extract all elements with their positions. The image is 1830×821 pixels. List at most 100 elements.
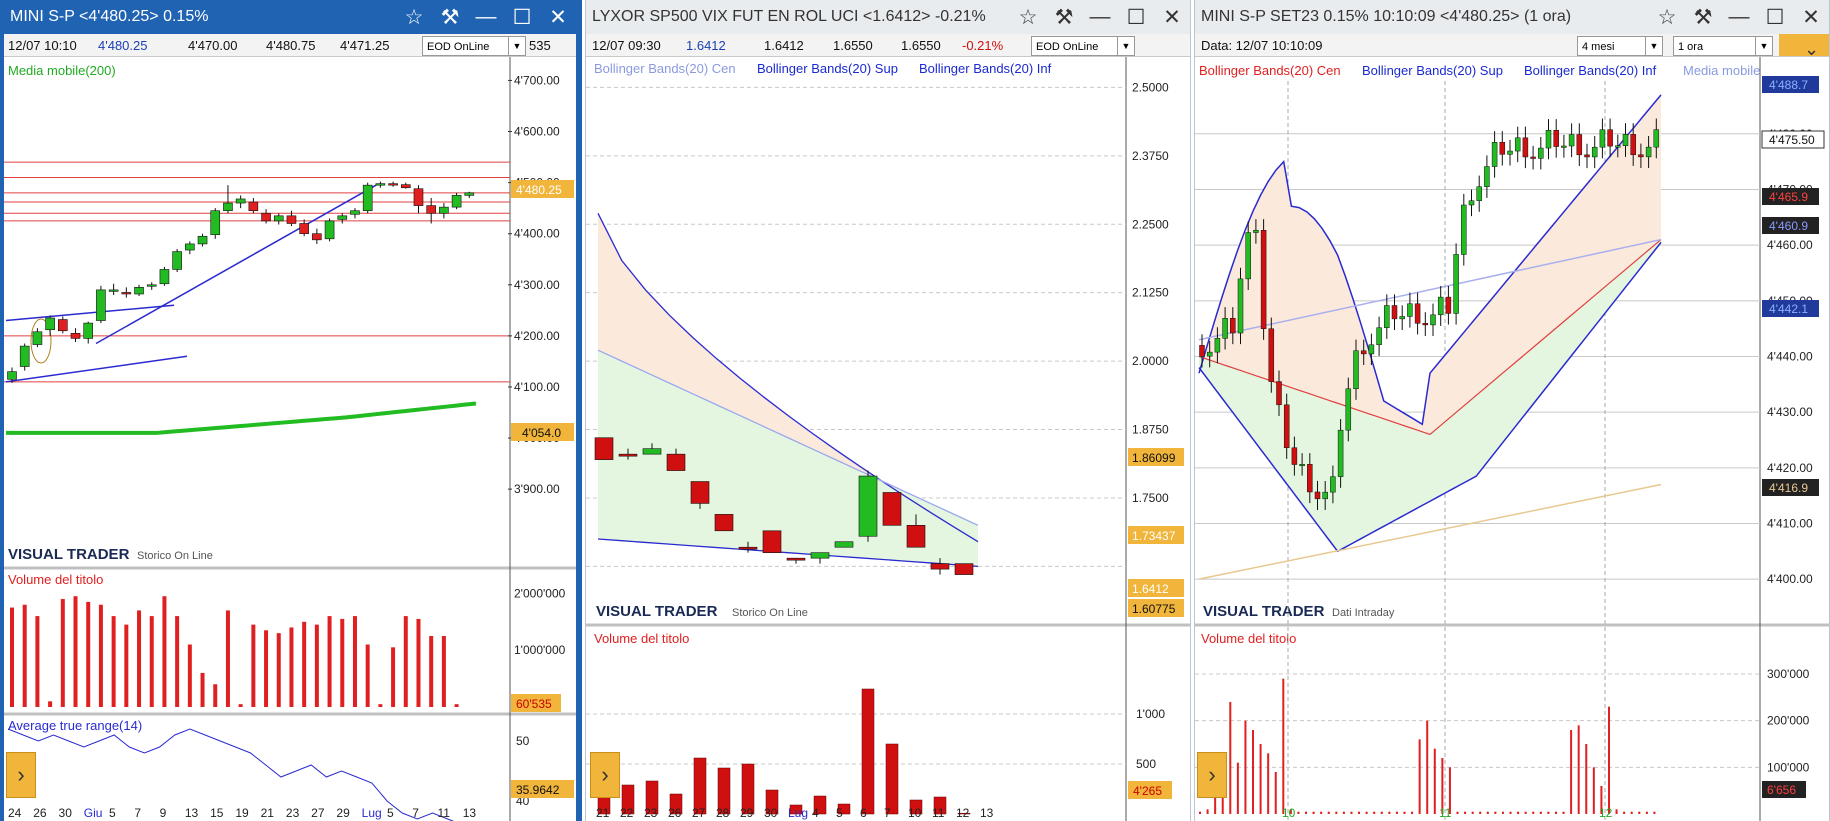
price-axis-tick: 4'430.00 — [1767, 405, 1813, 419]
price-axis-tick: 4'460.00 — [1767, 238, 1813, 252]
volume-bar — [1403, 811, 1406, 814]
candle-body — [1622, 134, 1629, 146]
hammer-icon[interactable]: ⚒ — [1685, 0, 1721, 34]
brand-subtitle: Storico On Line — [137, 550, 213, 562]
candle-body — [350, 210, 360, 215]
candle-body — [1299, 464, 1305, 467]
interval-select-value: 1 ora — [1678, 41, 1704, 53]
volume-bar — [1312, 811, 1315, 814]
candle-body — [1607, 129, 1613, 147]
maximize-icon[interactable]: ☐ — [1757, 0, 1793, 34]
quote-low: 1.6550 — [901, 38, 941, 53]
candle-body — [1522, 137, 1529, 158]
candle-body — [1584, 154, 1590, 158]
hammer-icon[interactable]: ⚒ — [1046, 0, 1082, 34]
candle-body — [426, 205, 436, 214]
expand-arrow-button[interactable]: › — [1197, 752, 1227, 798]
candle-body — [930, 563, 950, 570]
maximize-icon[interactable]: ☐ — [1118, 0, 1154, 34]
window-titlebar[interactable]: MINI S-P SET23 0.15% 10:10:09 <4'480.25>… — [1195, 0, 1829, 34]
candle-body — [1206, 351, 1213, 357]
hammer-icon[interactable]: ⚒ — [432, 0, 468, 34]
date-axis-tick: 23 — [644, 806, 658, 820]
candle-body — [1445, 296, 1452, 314]
volume-bar — [1229, 702, 1232, 814]
minimize-icon[interactable]: — — [1082, 0, 1118, 34]
bb-center-tag-text: 4'465.9 — [1769, 190, 1808, 204]
candle-body — [1399, 316, 1405, 320]
star-icon[interactable]: ☆ — [1010, 0, 1046, 34]
mode-select[interactable]: EOD OnLine ▼ — [422, 36, 526, 56]
quote-info-bar: 12/07 10:10 4'480.25 4'470.00 4'480.75 4… — [4, 34, 576, 57]
mode-select[interactable]: EOD OnLine ▼ — [1031, 36, 1135, 56]
volume-bar — [391, 647, 396, 707]
candle-body — [1507, 150, 1513, 155]
date-axis-tick: Giu — [84, 806, 103, 820]
candle-body — [159, 269, 170, 285]
chevron-right-icon: › — [1208, 762, 1216, 787]
close-icon[interactable]: ✕ — [1154, 0, 1190, 34]
brand-subtitle: Storico On Line — [732, 607, 808, 619]
candle-body — [714, 514, 734, 532]
candle-body — [1245, 232, 1251, 280]
expand-arrow-button[interactable]: › — [6, 752, 36, 798]
maximize-icon[interactable]: ☐ — [504, 0, 540, 34]
candle-body — [362, 184, 373, 212]
star-icon[interactable]: ☆ — [396, 0, 432, 34]
volume-bar — [60, 599, 65, 707]
candle-body — [146, 284, 157, 287]
price-tag-text: 4'475.50 — [1769, 133, 1815, 147]
volume-tag-text: 60'535 — [516, 697, 552, 711]
chart-window-3[interactable]: MINI S-P SET23 0.15% 10:10:09 <4'480.25>… — [1194, 0, 1830, 821]
date-axis-tick: 11 — [932, 806, 945, 820]
candle-body — [1561, 145, 1567, 148]
candle-body — [248, 201, 259, 212]
candle-body — [786, 557, 806, 561]
chart-window-1[interactable]: MINI S-P <4'480.25> 0.15% ☆ ⚒ — ☐ ✕ 12/0… — [0, 0, 582, 821]
chart-window-2[interactable]: LYXOR SP500 VIX FUT EN ROL UCI <1.6412> … — [585, 0, 1191, 821]
bb-upper-legend: Bollinger Bands(20) Sup — [757, 61, 898, 76]
minimize-icon[interactable]: — — [468, 0, 504, 34]
star-icon[interactable]: ☆ — [1649, 0, 1685, 34]
window-titlebar[interactable]: MINI S-P <4'480.25> 0.15% ☆ ⚒ — ☐ ✕ — [4, 0, 576, 34]
candle-body — [1384, 305, 1390, 328]
volume-bar — [441, 635, 446, 707]
date-axis-tick: 28 — [716, 806, 730, 820]
candle-body — [400, 184, 411, 189]
window-titlebar[interactable]: LYXOR SP500 VIX FUT EN ROL UCI <1.6412> … — [586, 0, 1190, 34]
candle-body — [1484, 166, 1490, 187]
volume-bar — [1199, 811, 1201, 814]
period-select[interactable]: 4 mesi ▼ — [1577, 36, 1663, 56]
volume-bar — [1630, 811, 1633, 814]
volume-bar — [98, 604, 103, 707]
volume-bar — [1388, 811, 1391, 814]
close-icon[interactable]: ✕ — [540, 0, 576, 34]
quote-high: 4'480.75 — [266, 38, 316, 53]
candle-body — [70, 333, 81, 339]
volume-bar — [1486, 811, 1489, 814]
candle-body — [1437, 296, 1444, 316]
collapse-button[interactable]: ⌄ — [1779, 34, 1829, 56]
candle-body — [1199, 345, 1205, 357]
expand-arrow-button[interactable]: › — [590, 752, 620, 798]
volume-bar — [1570, 730, 1573, 814]
date-axis-tick: 30 — [764, 806, 778, 820]
close-icon[interactable]: ✕ — [1793, 0, 1829, 34]
volume-bar — [213, 684, 218, 707]
volume-bar — [1358, 811, 1361, 814]
volume-bar — [1320, 811, 1323, 814]
chart-area[interactable]: Bollinger Bands(20) Cen Bollinger Bands(… — [1195, 57, 1829, 821]
volume-axis-tick: 300'000 — [1767, 667, 1810, 681]
volume-label: Volume del titolo — [8, 572, 103, 587]
volume-bar — [1365, 811, 1368, 814]
volume-bar — [10, 607, 14, 707]
minimize-icon[interactable]: — — [1721, 0, 1757, 34]
volume-bar — [86, 601, 91, 707]
chart-area[interactable]: Bollinger Bands(20) Cen Bollinger Bands(… — [586, 57, 1190, 821]
chevron-down-icon: ▼ — [1117, 37, 1134, 55]
interval-select[interactable]: 1 ora ▼ — [1673, 36, 1773, 56]
chart-area[interactable]: Media mobile(200) VISUAL TRADER Storico … — [4, 57, 576, 821]
date-axis-tick: 5 — [836, 806, 843, 820]
volume-bar — [1395, 811, 1398, 814]
data-timestamp: Data: 12/07 10:10:09 — [1201, 38, 1323, 53]
